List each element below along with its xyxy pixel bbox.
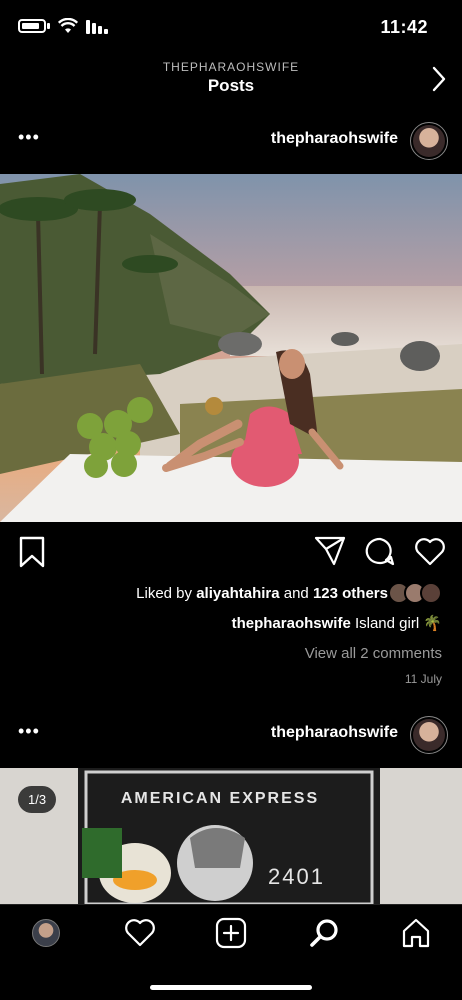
more-options-icon[interactable]: ••• — [18, 128, 40, 146]
post-photo[interactable]: AMERICAN EXPRESS 2401 1/3 — [0, 768, 462, 904]
tab-bar — [0, 904, 462, 964]
bookmark-icon[interactable] — [18, 536, 46, 573]
post-username[interactable]: thepharaohswife — [271, 724, 398, 742]
search-icon[interactable] — [308, 917, 340, 954]
page-header: THEPHARAOHSWIFE Posts — [0, 52, 462, 108]
post-date: 11 July — [404, 672, 442, 686]
liked-by-text: Liked by aliyahtahira and 123 others — [136, 584, 388, 602]
add-post-icon[interactable] — [215, 917, 247, 954]
wifi-icon — [58, 18, 78, 34]
battery-icon — [18, 19, 46, 33]
profile-avatar[interactable] — [32, 919, 60, 947]
chevron-right-icon[interactable] — [432, 66, 446, 97]
post-caption: thepharaohswife Island girl 🌴 — [232, 614, 442, 632]
more-options-icon[interactable]: ••• — [18, 722, 40, 740]
post-photo[interactable] — [0, 174, 462, 522]
avatar[interactable] — [410, 122, 448, 160]
signal-icon — [86, 18, 108, 34]
caption-text: Island girl 🌴 — [350, 615, 442, 632]
send-icon[interactable] — [314, 536, 346, 571]
page-title: Posts — [207, 76, 255, 95]
post-header: ••• thepharaohswife — [0, 704, 462, 768]
status-icons — [18, 18, 108, 34]
status-bar: 11:42 — [0, 0, 462, 52]
post-actions — [0, 530, 462, 574]
avatar[interactable] — [410, 716, 448, 754]
card-number: 2401 — [268, 864, 325, 889]
battery-cap — [47, 23, 50, 29]
heart-icon[interactable] — [414, 536, 446, 571]
post-header: ••• thepharaohswife — [0, 110, 462, 174]
view-comments-link[interactable]: View all 2 comments — [305, 645, 442, 662]
comment-icon[interactable] — [364, 536, 396, 571]
card-brand: AMERICAN EXPRESS — [120, 790, 320, 807]
heart-icon[interactable] — [124, 917, 156, 952]
home-indicator — [150, 985, 312, 990]
caption-username[interactable]: thepharaohswife — [232, 615, 351, 632]
liker-avatars — [388, 582, 442, 604]
header-subtitle: THEPHARAOHSWIFE — [162, 60, 300, 74]
status-time: 11:42 — [380, 17, 428, 37]
home-icon[interactable] — [400, 917, 432, 954]
carousel-counter: 1/3 — [18, 786, 57, 813]
avatar — [420, 582, 442, 604]
liked-by-row[interactable]: Liked by aliyahtahira and 123 others — [136, 582, 442, 604]
post-username[interactable]: thepharaohswife — [271, 130, 398, 148]
